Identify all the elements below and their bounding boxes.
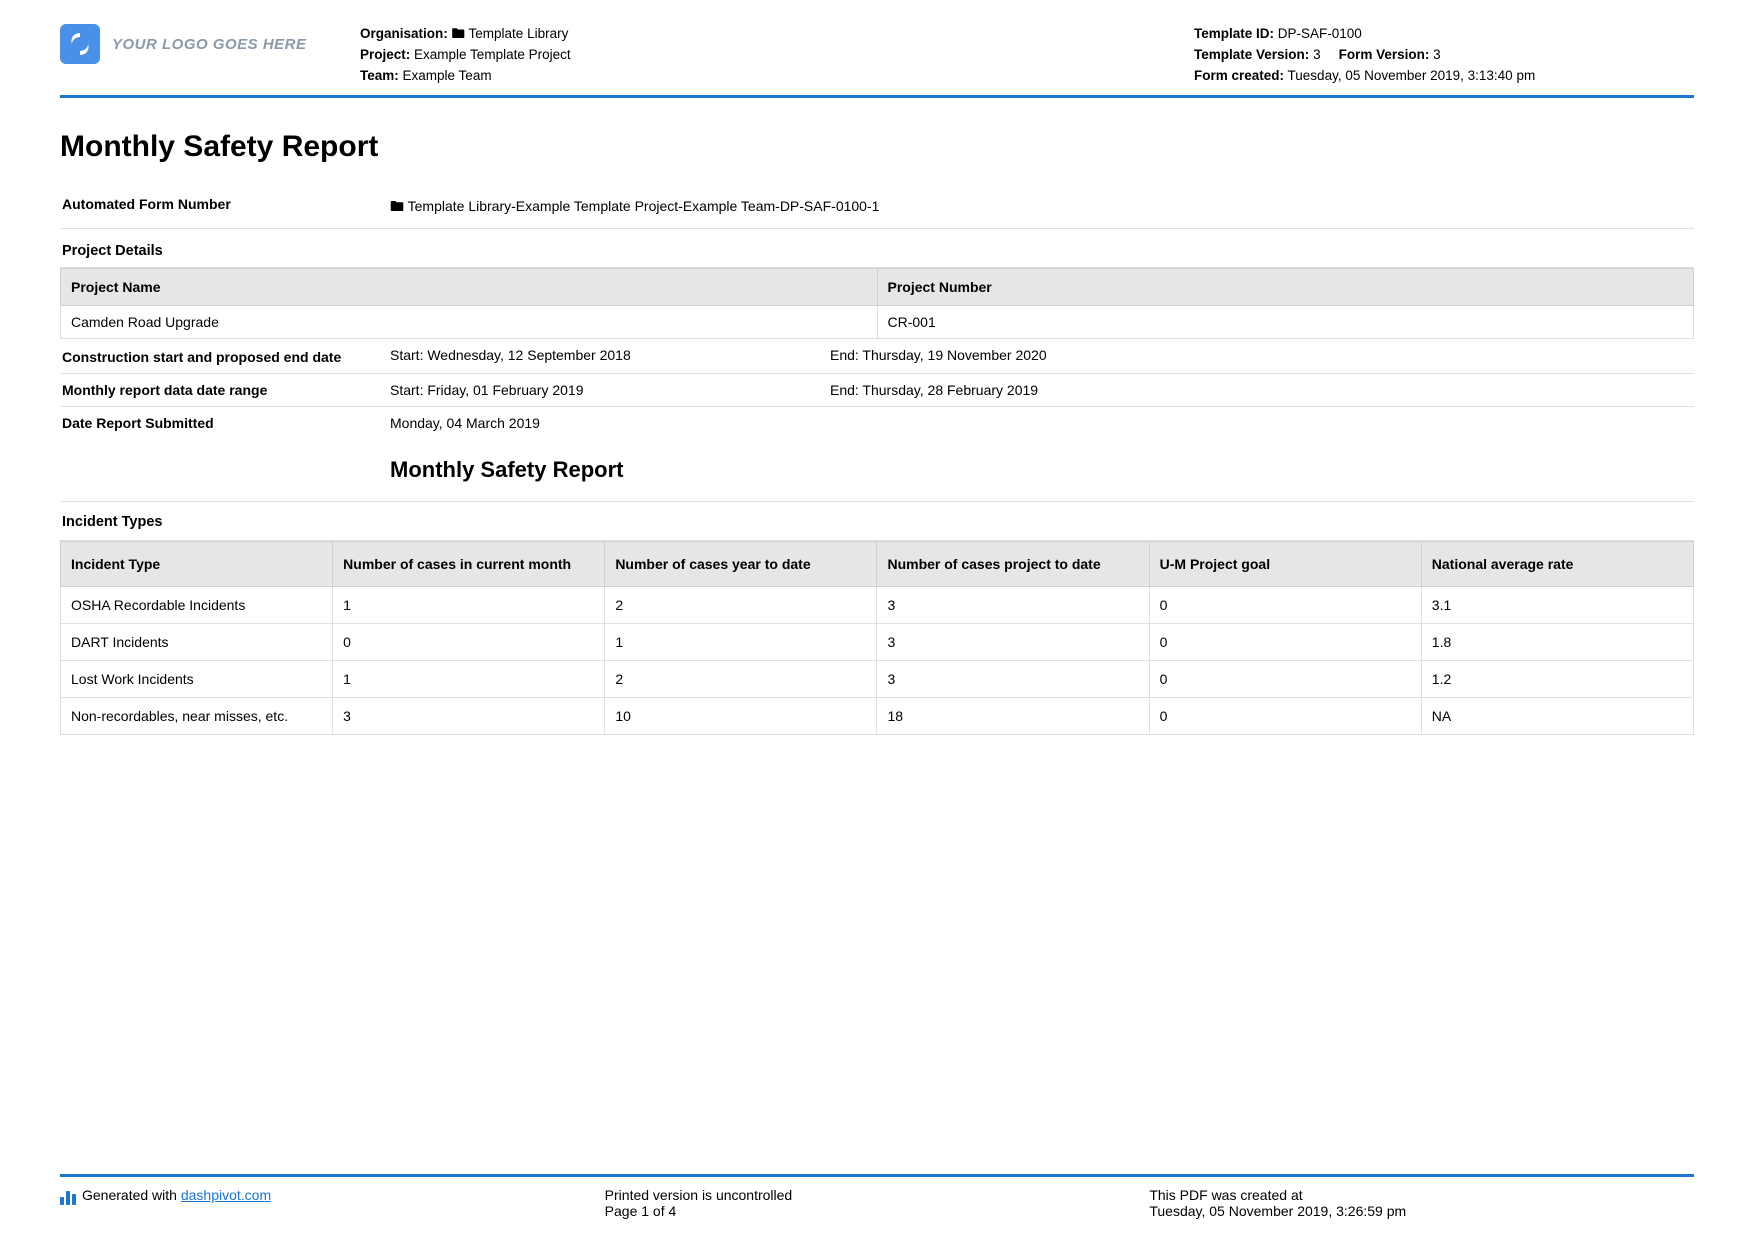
project-details-header: Project Details (60, 233, 1694, 268)
cell-current: 1 (333, 586, 605, 623)
header-meta-right: Template ID: DP-SAF-0100 Template Versio… (1194, 24, 1694, 87)
created-at-value: Tuesday, 05 November 2019, 3:26:59 pm (1149, 1203, 1694, 1219)
cell-national: NA (1421, 697, 1693, 734)
project-details-table: Project Name Project Number Camden Road … (60, 268, 1694, 339)
project-name-value: Camden Road Upgrade (61, 305, 878, 338)
cell-ptd: 3 (877, 623, 1149, 660)
range-dates-row: Monthly report data date range Start: Fr… (60, 374, 1694, 407)
col-ytd: Number of cases year to date (605, 541, 877, 586)
afn-value: 🖿 Template Library-Example Template Proj… (390, 196, 1694, 220)
col-national: National average rate (1421, 541, 1693, 586)
footer-center: Printed version is uncontrolled Page 1 o… (605, 1187, 1150, 1219)
cell-type: Non-recordables, near misses, etc. (61, 697, 333, 734)
printed-notice: Printed version is uncontrolled (605, 1187, 1150, 1203)
template-version-value: 3 (1313, 47, 1321, 62)
template-id-label: Template ID: (1194, 26, 1274, 41)
form-created-label: Form created: (1194, 68, 1284, 83)
cell-ytd: 2 (605, 660, 877, 697)
afn-label: Automated Form Number (60, 196, 390, 220)
range-start: Start: Friday, 01 February 2019 (390, 382, 830, 398)
section-title: Monthly Safety Report (60, 439, 1694, 502)
cell-current: 0 (333, 623, 605, 660)
form-version-label: Form Version: (1339, 47, 1430, 62)
cell-current: 1 (333, 660, 605, 697)
table-row: OSHA Recordable Incidents12303.1 (61, 586, 1694, 623)
form-version-value: 3 (1433, 47, 1441, 62)
construction-dates-row: Construction start and proposed end date… (60, 339, 1694, 374)
incident-types-header: Incident Types (60, 502, 1694, 541)
cell-current: 3 (333, 697, 605, 734)
cell-goal: 0 (1149, 623, 1421, 660)
submitted-row: Date Report Submitted Monday, 04 March 2… (60, 407, 1694, 439)
cell-ptd: 3 (877, 586, 1149, 623)
col-ptd: Number of cases project to date (877, 541, 1149, 586)
org-value: 🖿 Template Library (452, 26, 569, 41)
page-title: Monthly Safety Report (60, 130, 1694, 164)
cell-ptd: 3 (877, 660, 1149, 697)
org-label: Organisation: (360, 26, 448, 41)
col-project-name: Project Name (61, 268, 878, 305)
range-label: Monthly report data date range (60, 382, 390, 398)
submitted-label: Date Report Submitted (60, 415, 390, 431)
logo-icon (60, 24, 100, 64)
incidents-table: Incident Type Number of cases in current… (60, 541, 1694, 735)
generated-prefix: Generated with (82, 1187, 181, 1203)
cell-ytd: 2 (605, 586, 877, 623)
form-created-value: Tuesday, 05 November 2019, 3:13:40 pm (1288, 68, 1536, 83)
team-label: Team: (360, 68, 399, 83)
page-number: Page 1 of 4 (605, 1203, 1150, 1219)
col-goal: U-M Project goal (1149, 541, 1421, 586)
cell-type: Lost Work Incidents (61, 660, 333, 697)
swirl-icon (67, 31, 93, 57)
cell-ptd: 18 (877, 697, 1149, 734)
bar-chart-icon (60, 1189, 76, 1205)
template-version-label: Template Version: (1194, 47, 1309, 62)
col-current-month: Number of cases in current month (333, 541, 605, 586)
construction-end: End: Thursday, 19 November 2020 (830, 347, 1694, 365)
dashpivot-link[interactable]: dashpivot.com (181, 1187, 271, 1203)
logo-block: YOUR LOGO GOES HERE (60, 24, 360, 64)
document-header: YOUR LOGO GOES HERE Organisation: 🖿 Temp… (60, 24, 1694, 98)
submitted-value: Monday, 04 March 2019 (390, 415, 1694, 431)
document-footer: Generated with dashpivot.com Printed ver… (60, 1174, 1694, 1219)
logo-placeholder-text: YOUR LOGO GOES HERE (112, 36, 307, 53)
table-row: Camden Road Upgrade CR-001 (61, 305, 1694, 338)
footer-right: This PDF was created at Tuesday, 05 Nove… (1149, 1187, 1694, 1219)
project-value: Example Template Project (414, 47, 571, 62)
col-project-number: Project Number (877, 268, 1694, 305)
project-number-value: CR-001 (877, 305, 1694, 338)
cell-type: DART Incidents (61, 623, 333, 660)
table-row: Non-recordables, near misses, etc.310180… (61, 697, 1694, 734)
range-end: End: Thursday, 28 February 2019 (830, 382, 1694, 398)
header-meta-left: Organisation: 🖿 Template Library Project… (360, 24, 1194, 87)
table-row: Lost Work Incidents12301.2 (61, 660, 1694, 697)
footer-left: Generated with dashpivot.com (60, 1187, 605, 1219)
construction-label: Construction start and proposed end date (60, 347, 390, 365)
construction-start: Start: Wednesday, 12 September 2018 (390, 347, 830, 365)
afn-row: Automated Form Number 🖿 Template Library… (60, 188, 1694, 229)
cell-national: 1.2 (1421, 660, 1693, 697)
cell-goal: 0 (1149, 660, 1421, 697)
cell-goal: 0 (1149, 586, 1421, 623)
created-at-label: This PDF was created at (1149, 1187, 1694, 1203)
cell-type: OSHA Recordable Incidents (61, 586, 333, 623)
col-incident-type: Incident Type (61, 541, 333, 586)
table-row: DART Incidents01301.8 (61, 623, 1694, 660)
cell-ytd: 1 (605, 623, 877, 660)
team-value: Example Team (403, 68, 492, 83)
cell-ytd: 10 (605, 697, 877, 734)
template-id-value: DP-SAF-0100 (1278, 26, 1362, 41)
cell-national: 3.1 (1421, 586, 1693, 623)
cell-national: 1.8 (1421, 623, 1693, 660)
cell-goal: 0 (1149, 697, 1421, 734)
project-label: Project: (360, 47, 410, 62)
